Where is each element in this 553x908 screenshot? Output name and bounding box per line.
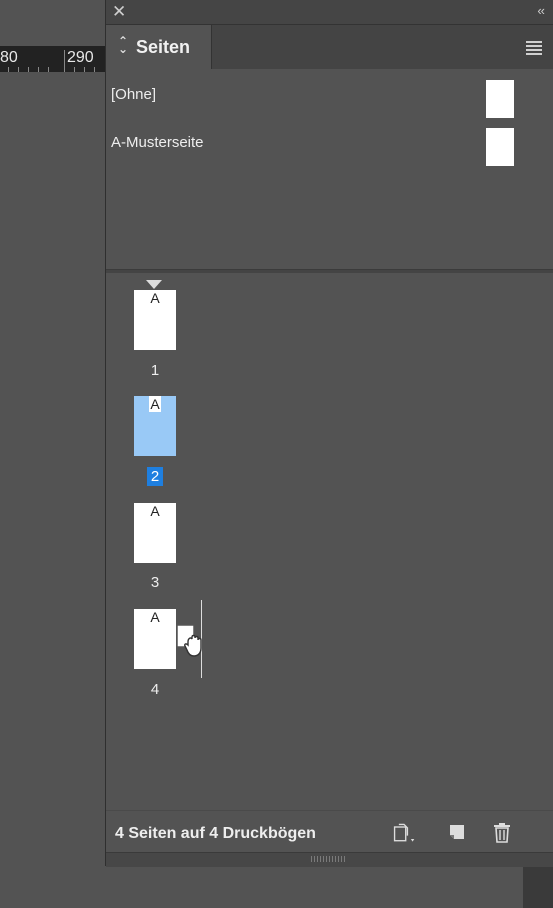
page-thumbnail-3[interactable]: A <box>134 503 176 563</box>
page-number-1: 1 <box>150 362 160 379</box>
master-name: A-Musterseite <box>111 134 204 151</box>
resize-grip[interactable] <box>106 852 553 867</box>
panel-tab-row: ⌃ ⌄ Seiten <box>106 25 553 69</box>
master-prefix: A <box>150 503 160 519</box>
master-thumbnail[interactable] <box>486 80 514 118</box>
drag-hand-icon <box>176 624 202 657</box>
pages-panel: ✕ ‹‹ ⌃ ⌄ Seiten [Ohne] A-Musterseite A 1 … <box>105 0 553 867</box>
edit-page-size-icon[interactable] <box>392 821 416 845</box>
page-thumbnail-4[interactable]: A <box>134 609 176 669</box>
collapse-icon[interactable]: ‹‹ <box>537 3 545 18</box>
delete-page-icon[interactable] <box>490 821 514 845</box>
page-number-4: 4 <box>150 681 160 698</box>
document-canvas[interactable] <box>0 72 105 908</box>
tab-seiten[interactable]: ⌃ ⌄ Seiten <box>106 25 212 69</box>
master-prefix: A <box>150 609 160 625</box>
grip-lines <box>311 856 347 862</box>
spread-start-marker <box>146 280 162 289</box>
section-divider[interactable] <box>106 269 553 273</box>
document-pages-section: A 1 A 2 A 3 A 4 <box>106 274 553 810</box>
master-item-a[interactable]: A-Musterseite <box>106 122 553 166</box>
master-thumbnail[interactable] <box>486 128 514 166</box>
horizontal-ruler: 80 290 <box>0 46 105 72</box>
master-name: [Ohne] <box>111 86 157 103</box>
master-prefix: A <box>150 290 160 306</box>
new-page-icon[interactable] <box>446 821 470 845</box>
panel-footer: 4 Seiten auf 4 Druckbögen <box>106 810 553 857</box>
page-number-2: 2 <box>134 467 176 486</box>
page-thumbnail-1[interactable]: A <box>134 290 176 350</box>
master-pages-section: [Ohne] A-Musterseite <box>106 69 553 269</box>
ruler-label: 80 <box>0 49 18 66</box>
panel-titlebar[interactable]: ✕ ‹‹ <box>106 0 553 25</box>
master-item-none[interactable]: [Ohne] <box>106 74 553 118</box>
page-thumbnail-2[interactable]: A <box>134 396 176 456</box>
close-icon[interactable]: ✕ <box>112 2 126 22</box>
tab-reorder-icon: ⌃ ⌄ <box>118 34 129 56</box>
master-prefix: A <box>149 396 161 412</box>
page-count-status: 4 Seiten auf 4 Druckbögen <box>115 825 316 842</box>
page-number-3: 3 <box>150 574 160 591</box>
tab-label: Seiten <box>136 37 191 57</box>
ruler-label: 290 <box>67 49 94 66</box>
scrollbar-stub <box>523 862 553 908</box>
panel-menu-icon[interactable] <box>526 41 542 57</box>
